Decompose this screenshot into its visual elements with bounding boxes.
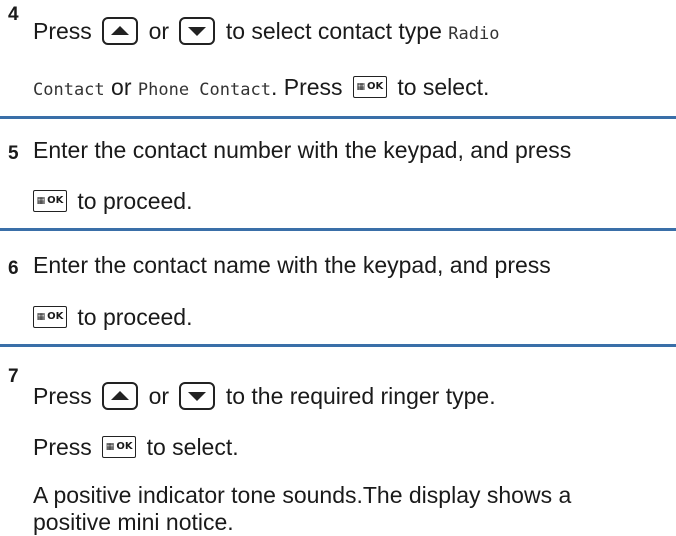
step-text: to select contact type bbox=[225, 18, 442, 44]
up-arrow-key-icon bbox=[102, 16, 139, 45]
ok-key-icon: ▦ OK bbox=[33, 189, 67, 212]
step-line: Contact or Phone Contact. Press ▦ OK to s… bbox=[33, 73, 489, 104]
step-number: 5 bbox=[8, 143, 19, 164]
up-arrow-key-icon bbox=[102, 381, 139, 410]
or-text: or bbox=[111, 74, 132, 100]
press-text: Press bbox=[33, 18, 92, 44]
step-number: 6 bbox=[8, 258, 19, 279]
step-line: Press ▦ OK to select. bbox=[33, 433, 239, 461]
or-text: or bbox=[148, 383, 170, 409]
result-line: positive mini notice. bbox=[33, 509, 234, 535]
step-line: Press or to select contact type Radio bbox=[33, 16, 500, 48]
press-text: Press bbox=[33, 383, 92, 409]
down-arrow-key-icon bbox=[179, 16, 216, 45]
to-select-text: to select. bbox=[397, 74, 490, 100]
result-line: A positive indicator tone sounds.The dis… bbox=[33, 482, 572, 508]
step-line: ▦ OK to proceed. bbox=[33, 303, 192, 331]
step-number: 7 bbox=[8, 366, 19, 387]
step-divider bbox=[0, 116, 676, 119]
step-divider bbox=[0, 228, 676, 231]
step-divider bbox=[0, 344, 676, 347]
radio-contact-label: Radio bbox=[448, 24, 500, 44]
to-proceed-text: to proceed. bbox=[77, 304, 193, 330]
step-line: Enter the contact name with the keypad, … bbox=[33, 252, 551, 278]
to-proceed-text: to proceed. bbox=[77, 188, 193, 214]
press-text: . Press bbox=[270, 74, 343, 100]
press-text: Press bbox=[33, 434, 92, 460]
radio-contact-label-cont: Contact bbox=[33, 80, 105, 100]
step-line: ▦ OK to proceed. bbox=[33, 187, 192, 215]
step-number: 4 bbox=[8, 4, 19, 25]
step-line: Press or to the required ringer type. bbox=[33, 381, 496, 412]
step-text: to the required ringer type. bbox=[225, 383, 496, 409]
to-select-text: to select. bbox=[146, 434, 239, 460]
phone-contact-label: Phone Contact bbox=[137, 80, 271, 100]
ok-key-icon: ▦ OK bbox=[102, 435, 137, 458]
ok-key-icon: ▦ OK bbox=[33, 305, 67, 328]
down-arrow-key-icon bbox=[179, 381, 216, 410]
or-text: or bbox=[148, 18, 170, 44]
ok-key-icon: ▦ OK bbox=[352, 75, 387, 98]
step-line: Enter the contact number with the keypad… bbox=[33, 137, 572, 163]
